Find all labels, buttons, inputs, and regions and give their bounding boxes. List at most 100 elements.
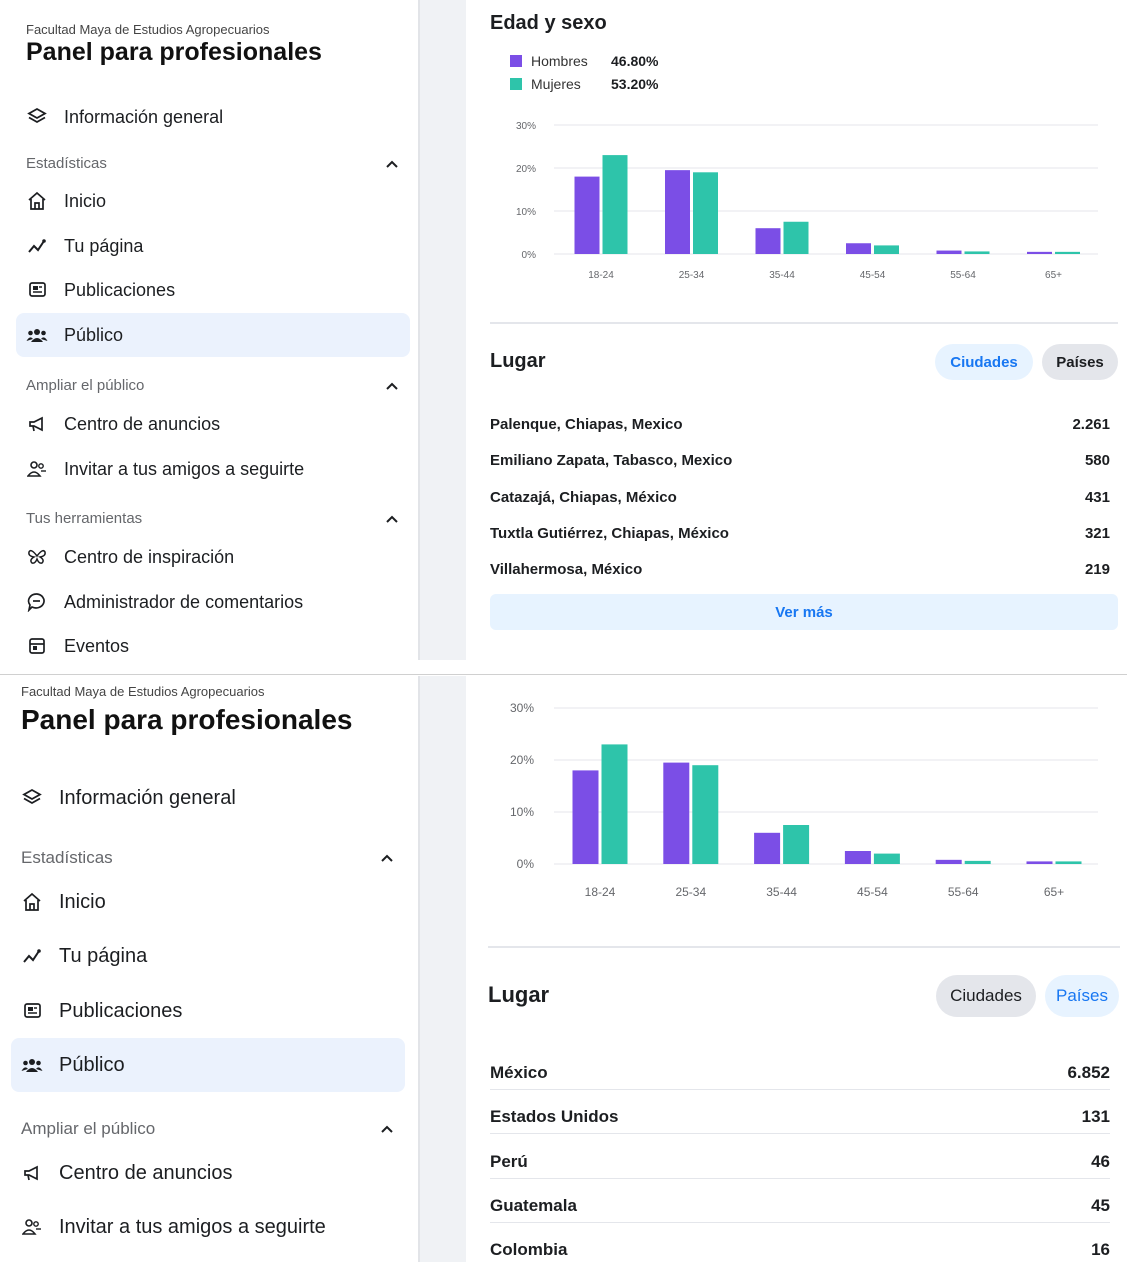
nav-centro-inspiracion[interactable]: Centro de inspiración bbox=[16, 535, 410, 579]
list-item: Perú 46 bbox=[490, 1152, 1110, 1179]
section-ampliar[interactable]: Ampliar el público bbox=[21, 1119, 395, 1139]
list-item: Colombia 16 bbox=[490, 1240, 1110, 1260]
section-estadisticas[interactable]: Estadísticas bbox=[26, 155, 400, 172]
y-tick-label: 0% bbox=[522, 250, 537, 261]
section-herramientas[interactable]: Tus herramientas bbox=[26, 510, 400, 527]
bar-hombres-18-24 bbox=[574, 176, 600, 254]
nav-label: Administrador de comentarios bbox=[64, 591, 304, 612]
x-tick-label: 18-24 bbox=[585, 885, 616, 899]
chevron-up-icon[interactable] bbox=[379, 1121, 395, 1137]
bar-mujeres-35-44 bbox=[783, 221, 809, 254]
edad-sexo-title: Edad y sexo bbox=[490, 12, 607, 34]
x-tick-label: 25-34 bbox=[679, 270, 705, 281]
place-name: Perú bbox=[490, 1152, 528, 1171]
nav-publico[interactable]: Público bbox=[16, 313, 410, 357]
scroll-gutter bbox=[418, 0, 466, 660]
nav-inicio[interactable]: Inicio bbox=[16, 179, 410, 223]
ver-mas-button[interactable]: Ver más bbox=[490, 594, 1118, 630]
place-name: Tuxtla Gutiérrez, Chiapas, México bbox=[490, 525, 729, 542]
place-name: Estados Unidos bbox=[490, 1107, 619, 1126]
nav-label: Centro de anuncios bbox=[59, 1161, 233, 1184]
row-divider bbox=[490, 1133, 1110, 1134]
nav-publicaciones[interactable]: Publicaciones bbox=[11, 989, 405, 1033]
nav-inicio[interactable]: Inicio bbox=[11, 880, 405, 924]
list-item: Guatemala 45 bbox=[490, 1196, 1110, 1223]
age-gender-bar-chart: 0% 10% 20% 30% 18-24 25-34 35-44 45-54 55-64 65+ bbox=[510, 701, 1098, 899]
tab-paises[interactable]: Países bbox=[1045, 975, 1119, 1017]
nav-invitar[interactable]: Invitar a tus amigos a seguirte bbox=[11, 1205, 405, 1249]
place-name: Guatemala bbox=[490, 1196, 577, 1215]
bar-mujeres-18-24 bbox=[601, 744, 628, 864]
legend-swatch bbox=[510, 54, 522, 67]
tab-paises[interactable]: Países bbox=[1042, 344, 1118, 380]
page-title: Panel para profesionales bbox=[26, 38, 322, 66]
section-label: Ampliar el público bbox=[21, 1119, 156, 1138]
nav-tu-pagina[interactable]: Tu página bbox=[11, 934, 405, 978]
y-tick-label: 20% bbox=[516, 164, 536, 175]
invite-friends-icon bbox=[21, 1216, 43, 1238]
list-item: Tuxtla Gutiérrez, Chiapas, México 321 bbox=[490, 525, 1110, 542]
layers-icon bbox=[26, 106, 48, 128]
y-tick-label: 20% bbox=[510, 753, 534, 767]
legend-swatch bbox=[510, 77, 522, 90]
place-count: 46 bbox=[1091, 1152, 1110, 1171]
invite-friends-icon bbox=[26, 458, 48, 480]
sidebar: Facultad Maya de Estudios Agropecuarios … bbox=[0, 0, 418, 660]
x-tick-label: 55-64 bbox=[950, 270, 976, 281]
people-icon bbox=[26, 324, 48, 346]
y-tick-label: 10% bbox=[510, 805, 534, 819]
section-divider bbox=[488, 946, 1120, 948]
legend-item-hombres: Hombres 46.80% bbox=[510, 49, 658, 72]
nav-publicaciones[interactable]: Publicaciones bbox=[16, 268, 410, 312]
nav-centro-anuncios[interactable]: Centro de anuncios bbox=[11, 1151, 405, 1195]
y-tick-label: 0% bbox=[517, 857, 535, 871]
scroll-gutter bbox=[418, 676, 466, 1262]
bar-hombres-25-34 bbox=[665, 170, 690, 254]
bar-mujeres-18-24 bbox=[602, 155, 628, 254]
section-ampliar[interactable]: Ampliar el público bbox=[26, 377, 400, 394]
x-tick-label: 35-44 bbox=[766, 885, 797, 899]
nav-eventos[interactable]: Eventos bbox=[16, 624, 410, 660]
posts-icon bbox=[26, 279, 48, 301]
home-icon bbox=[26, 190, 48, 212]
list-item: México 6.852 bbox=[490, 1063, 1110, 1090]
layers-icon bbox=[21, 787, 43, 809]
tab-ciudades[interactable]: Ciudades bbox=[936, 975, 1036, 1017]
screenshot-countries-view: Facultad Maya de Estudios Agropecuarios … bbox=[0, 676, 1127, 1262]
x-tick-label: 35-44 bbox=[769, 270, 795, 281]
section-estadisticas[interactable]: Estadísticas bbox=[21, 848, 395, 868]
sidebar: Facultad Maya de Estudios Agropecuarios … bbox=[0, 676, 418, 1262]
comment-icon bbox=[26, 591, 48, 613]
section-divider bbox=[490, 322, 1118, 324]
chevron-up-icon[interactable] bbox=[379, 850, 395, 866]
nav-invitar[interactable]: Invitar a tus amigos a seguirte bbox=[16, 447, 410, 491]
x-tick-label: 55-64 bbox=[948, 885, 979, 899]
nav-label: Público bbox=[59, 1053, 125, 1076]
nav-overview[interactable]: Información general bbox=[16, 95, 410, 139]
tab-ciudades[interactable]: Ciudades bbox=[935, 344, 1033, 380]
chevron-up-icon[interactable] bbox=[384, 156, 400, 172]
age-gender-bar-chart: 0% 10% 20% 30% 18-24 25-34 35-44 45-54 55-64 65+ bbox=[516, 121, 1098, 281]
trend-line-icon bbox=[26, 235, 48, 257]
bar-mujeres-65+ bbox=[1055, 251, 1080, 254]
people-icon bbox=[21, 1054, 43, 1076]
x-tick-label: 18-24 bbox=[588, 270, 614, 281]
bar-hombres-45-54 bbox=[846, 243, 871, 254]
place-count: 2.261 bbox=[1072, 416, 1110, 433]
nav-centro-anuncios[interactable]: Centro de anuncios bbox=[16, 402, 410, 446]
chevron-up-icon[interactable] bbox=[384, 511, 400, 527]
nav-label: Inicio bbox=[59, 890, 106, 913]
nav-overview[interactable]: Información general bbox=[11, 776, 405, 820]
nav-admin-comentarios[interactable]: Administrador de comentarios bbox=[16, 580, 410, 624]
place-count: 6.852 bbox=[1067, 1063, 1110, 1082]
home-icon bbox=[21, 891, 43, 913]
nav-publico[interactable]: Público bbox=[11, 1038, 405, 1092]
bar-hombres-35-44 bbox=[755, 228, 781, 254]
nav-tu-pagina[interactable]: Tu página bbox=[16, 224, 410, 268]
bar-mujeres-65+ bbox=[1055, 861, 1082, 864]
section-label: Estadísticas bbox=[26, 155, 107, 172]
butterfly-icon bbox=[26, 546, 48, 568]
list-item: Catazajá, Chiapas, México 431 bbox=[490, 489, 1110, 506]
screenshot-separator bbox=[0, 674, 1127, 675]
chevron-up-icon[interactable] bbox=[384, 378, 400, 394]
